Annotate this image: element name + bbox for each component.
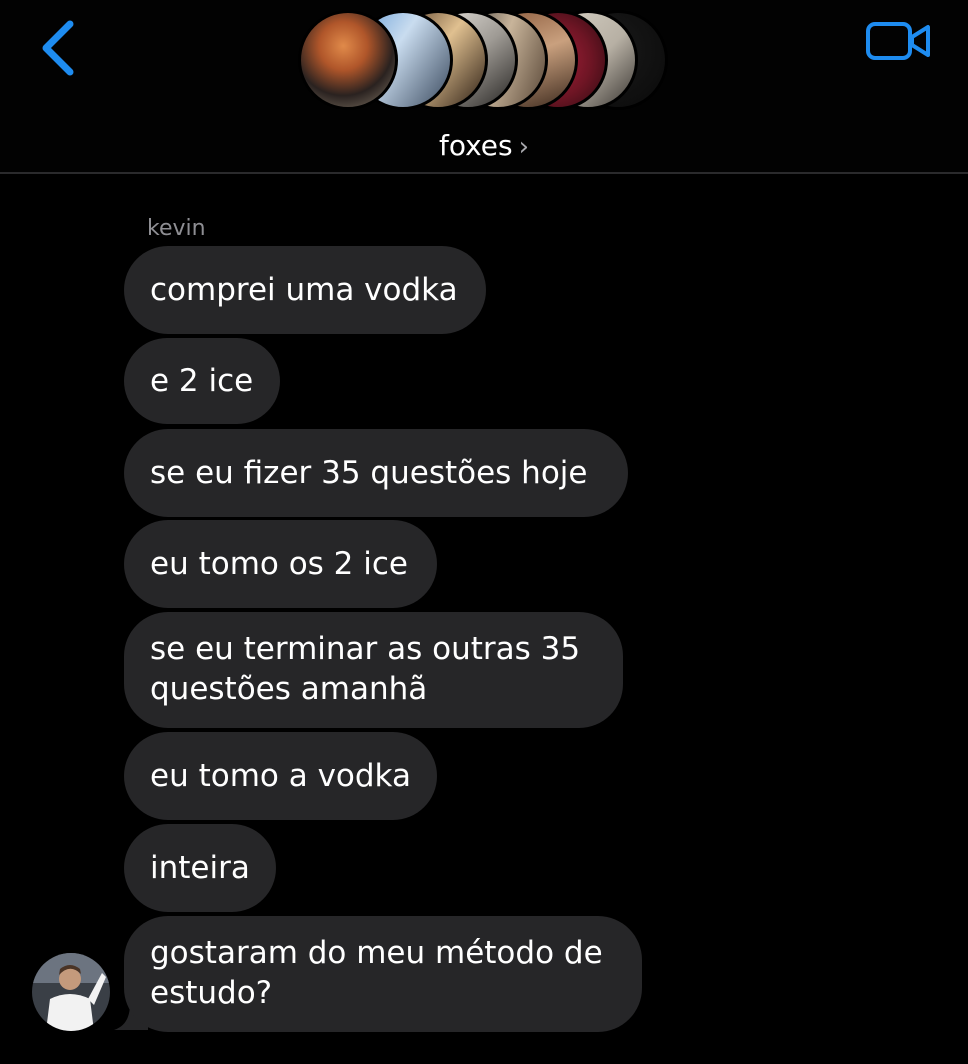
group-name-label: foxes [438,129,513,162]
message-text-line: se eu terminar as outras 35 [150,631,581,667]
message-bubble[interactable]: inteira [124,824,276,912]
message-text: comprei uma vodka [150,272,458,308]
chat-header: foxes › [0,0,968,174]
message-text: inteira [150,850,250,886]
message-bubble[interactable]: eu tomo os 2 ice [124,520,437,608]
chevron-left-icon[interactable] [34,18,82,78]
group-member-avatar [298,10,398,110]
message-text-line: estudo? [150,975,273,1011]
message-text-line: questões amanhã [150,671,428,707]
message-bubble[interactable]: e 2 ice [124,338,280,424]
sender-name: kevin [147,216,206,241]
message-bubble[interactable]: se eu terminar as outras 35 questões ama… [124,612,623,728]
video-camera-icon[interactable] [864,18,934,64]
message-text: se eu fizer 35 questões hoje [150,455,588,491]
group-avatar-stack[interactable] [298,10,678,114]
chevron-right-icon: › [518,132,530,162]
message-bubble[interactable]: se eu fizer 35 questões hoje [124,429,628,517]
message-text: e 2 ice [150,363,254,399]
avatar-photo [32,953,110,1031]
message-text: eu tomo os 2 ice [150,546,408,582]
message-bubble[interactable]: gostaram do meu método de estudo? [124,916,642,1032]
message-text-line: gostaram do meu método de [150,935,603,971]
message-bubble[interactable]: eu tomo a vodka [124,732,437,820]
group-name-link[interactable]: foxes › [0,126,968,167]
message-text: eu tomo a vodka [150,758,411,794]
sender-avatar[interactable] [32,953,110,1031]
message-bubble[interactable]: comprei uma vodka [124,246,486,334]
